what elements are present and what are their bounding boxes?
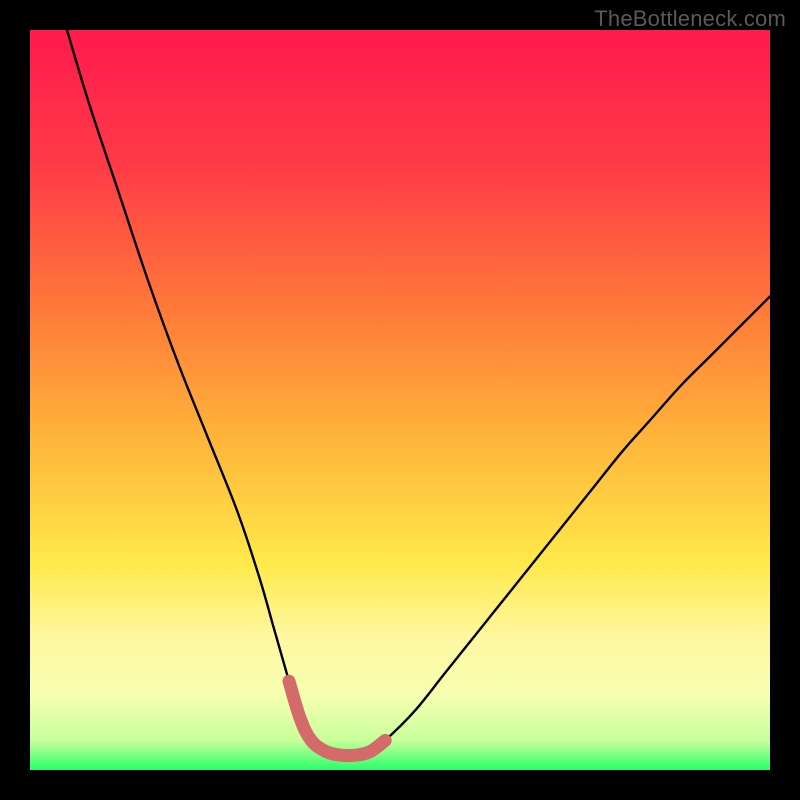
watermark-text: TheBottleneck.com [594, 6, 786, 32]
plot-area [30, 30, 770, 770]
bottleneck-curve [67, 30, 770, 756]
outer-frame: TheBottleneck.com [0, 0, 800, 800]
curve-layer [30, 30, 770, 770]
bottleneck-curve-highlight [289, 681, 385, 755]
